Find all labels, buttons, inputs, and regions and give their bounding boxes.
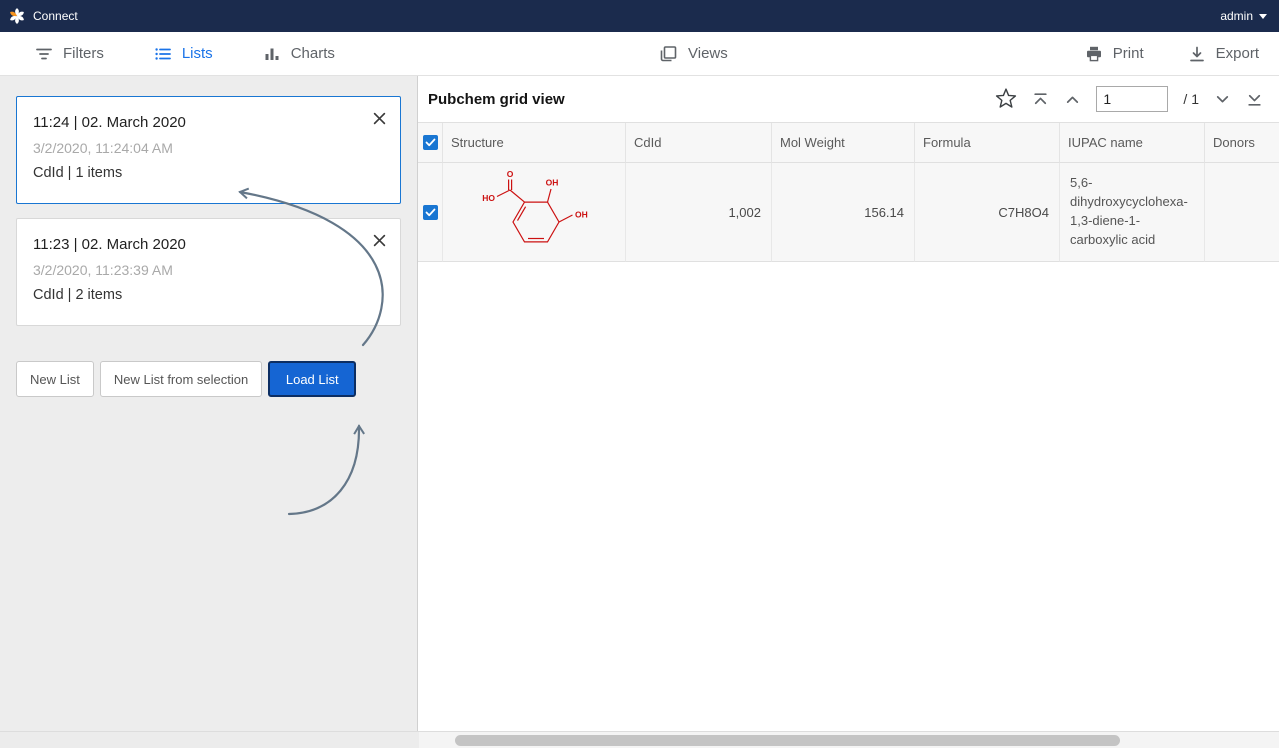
export-label: Export — [1216, 45, 1259, 62]
cdid-cell: 1,002 — [626, 163, 772, 262]
page-number-input[interactable] — [1096, 86, 1168, 112]
grid-header-row: Structure CdId Mol Weight Formula IUPAC … — [418, 123, 1279, 163]
toolbar-right: Print Export — [1085, 45, 1279, 63]
brand-name: Connect — [33, 9, 78, 23]
charts-button[interactable]: Charts — [263, 45, 335, 63]
atom-label-oh-right: OH — [575, 210, 588, 220]
row-checkbox[interactable] — [423, 205, 438, 220]
toolbar: Filters Lists Charts Views — [0, 32, 1279, 76]
list-card-title: 11:23 | 02. March 2020 — [33, 232, 384, 258]
scrollbar-left-gutter — [0, 732, 419, 748]
grid-controls: / 1 — [995, 86, 1263, 112]
chevron-down-bar-icon[interactable] — [1246, 91, 1263, 108]
filters-button[interactable]: Filters — [35, 45, 104, 63]
body-row: 11:24 | 02. March 2020 3/2/2020, 11:24:0… — [0, 76, 1279, 731]
brand[interactable]: Connect — [8, 7, 78, 25]
download-icon — [1188, 45, 1206, 63]
main-panel: Pubchem grid view / 1 — [418, 76, 1279, 731]
user-menu[interactable]: admin — [1220, 9, 1267, 23]
atom-label-o: O — [507, 169, 514, 179]
user-name: admin — [1220, 9, 1253, 23]
views-button[interactable]: Views — [658, 44, 728, 64]
export-button[interactable]: Export — [1188, 45, 1259, 63]
column-header-donors[interactable]: Donors — [1205, 123, 1279, 163]
page-total: / 1 — [1183, 91, 1199, 107]
column-header-formula[interactable]: Formula — [915, 123, 1060, 163]
load-list-button[interactable]: Load List — [268, 361, 356, 397]
column-header-structure[interactable]: Structure — [443, 123, 626, 163]
caret-down-icon — [1259, 14, 1267, 19]
mol-weight-cell: 156.14 — [772, 163, 915, 262]
grid-title: Pubchem grid view — [428, 91, 565, 108]
toolbar-left: Filters Lists Charts — [0, 45, 335, 63]
scrollbar-thumb[interactable] — [455, 735, 1120, 746]
column-header-iupac-name[interactable]: IUPAC name — [1060, 123, 1205, 163]
table-row[interactable]: O HO OH OH 1,002 156.14 C7H8O4 5,6-dihyd… — [418, 163, 1279, 262]
sidebar-buttons: New List New List from selection Load Li… — [16, 361, 401, 397]
select-all-checkbox-cell — [418, 123, 443, 163]
list-card-timestamp: 3/2/2020, 11:24:04 AM — [33, 136, 384, 161]
filter-icon — [35, 45, 53, 63]
lists-label: Lists — [182, 45, 213, 62]
lists-button[interactable]: Lists — [154, 45, 213, 63]
molecule-structure-image: O HO OH OH — [454, 166, 614, 258]
filters-label: Filters — [63, 45, 104, 62]
charts-label: Charts — [291, 45, 335, 62]
list-card-meta: CdId | 1 items — [33, 161, 384, 186]
row-checkbox-cell — [418, 163, 443, 262]
structure-cell: O HO OH OH — [443, 163, 626, 262]
connect-logo-icon — [8, 7, 26, 25]
chevron-up-icon[interactable] — [1064, 91, 1081, 108]
grid-header: Pubchem grid view / 1 — [418, 76, 1279, 122]
list-card-title: 11:24 | 02. March 2020 — [33, 110, 384, 136]
new-list-button[interactable]: New List — [16, 361, 94, 397]
list-card-meta: CdId | 2 items — [33, 283, 384, 308]
chevron-down-icon[interactable] — [1214, 91, 1231, 108]
column-header-cdid[interactable]: CdId — [626, 123, 772, 163]
list-icon — [154, 45, 172, 63]
grid-body: O HO OH OH 1,002 156.14 C7H8O4 5,6-dihyd… — [418, 163, 1279, 262]
star-icon[interactable] — [995, 88, 1017, 110]
iupac-name-cell: 5,6-dihydroxycyclohexa-1,3-diene-1-carbo… — [1060, 163, 1205, 262]
bar-chart-icon — [263, 45, 281, 63]
list-card-timestamp: 3/2/2020, 11:23:39 AM — [33, 258, 384, 283]
close-icon[interactable] — [373, 112, 386, 125]
printer-icon — [1085, 45, 1103, 63]
select-all-checkbox[interactable] — [423, 135, 438, 150]
views-icon — [658, 44, 678, 64]
atom-label-ho: HO — [482, 193, 495, 203]
views-label: Views — [688, 45, 728, 62]
results-grid: Structure CdId Mol Weight Formula IUPAC … — [418, 122, 1279, 262]
toolbar-center: Views — [658, 44, 728, 64]
app-root: Connect admin Filters Lists — [0, 0, 1279, 748]
donors-cell — [1205, 163, 1279, 262]
print-button[interactable]: Print — [1085, 45, 1144, 63]
atom-label-oh-top: OH — [546, 178, 559, 188]
lists-sidebar: 11:24 | 02. March 2020 3/2/2020, 11:24:0… — [0, 76, 418, 731]
print-label: Print — [1113, 45, 1144, 62]
column-header-mol-weight[interactable]: Mol Weight — [772, 123, 915, 163]
new-list-from-selection-button[interactable]: New List from selection — [100, 361, 262, 397]
chevron-up-bar-icon[interactable] — [1032, 91, 1049, 108]
horizontal-scrollbar[interactable] — [0, 731, 1279, 748]
topbar: Connect admin — [0, 0, 1279, 32]
list-card[interactable]: 11:23 | 02. March 2020 3/2/2020, 11:23:3… — [16, 218, 401, 326]
close-icon[interactable] — [373, 234, 386, 247]
formula-cell: C7H8O4 — [915, 163, 1060, 262]
list-card[interactable]: 11:24 | 02. March 2020 3/2/2020, 11:24:0… — [16, 96, 401, 204]
